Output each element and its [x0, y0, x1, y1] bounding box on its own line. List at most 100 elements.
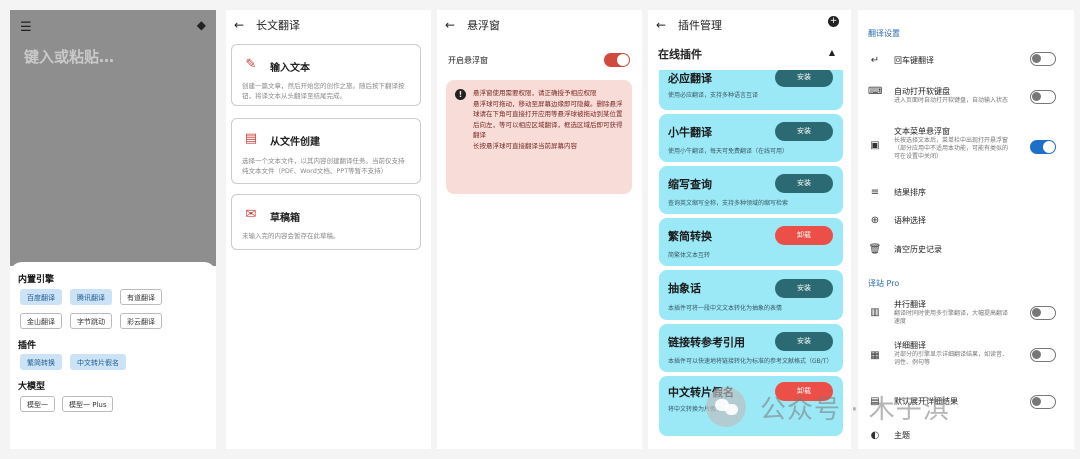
top-bar: ← 悬浮窗 [445, 17, 500, 33]
plugin-name: 抽象话 [668, 282, 701, 295]
float-toggle[interactable] [604, 53, 630, 67]
clipboard-icon: ▣ [870, 140, 880, 151]
warning-line: 悬浮窗使用需要权限，请正确授予相应权限 [473, 89, 597, 97]
install-button[interactable]: 安装 [775, 68, 833, 87]
uninstall-button[interactable]: 卸载 [775, 226, 833, 245]
warning-text: 悬浮窗使用需要权限，请正确授予相应权限 悬浮球可拖动，移动至屏幕边缘即可隐藏。删… [473, 88, 623, 151]
detail-icon: ▦ [870, 350, 880, 361]
setting-clear-history[interactable]: 🗑 清空历史记录 [868, 244, 1064, 258]
detailed-translate-toggle[interactable] [1030, 348, 1056, 362]
setting-title: 结果排序 [894, 188, 926, 197]
plugin-name: 缩写查询 [668, 178, 712, 191]
permission-warning: ! 悬浮窗使用需要权限，请正确授予相应权限 悬浮球可拖动，移动至屏幕边缘即可隐藏… [446, 80, 632, 194]
input-placeholder: 键入或粘贴… [24, 48, 115, 66]
install-button[interactable]: 安装 [775, 122, 833, 141]
setting-result-sort[interactable]: ≡ 结果排序 [868, 187, 1064, 201]
trash-icon: 🗑 [868, 244, 882, 255]
engine-chip[interactable]: 字节跳动 [70, 313, 112, 329]
setting-language-select[interactable]: ⊕ 语种选择 [868, 215, 1064, 229]
setting-title: 回车键翻译 [894, 56, 934, 65]
text-menu-float-toggle[interactable] [1030, 140, 1056, 154]
parallel-translate-toggle[interactable] [1030, 306, 1056, 320]
section-builtin-title: 内置引擎 [18, 275, 55, 285]
collapse-caret-icon[interactable]: ▲ [829, 48, 835, 57]
watermark-text: 公众号 · 木子淇 [760, 394, 950, 425]
llm-chip[interactable]: 模型一 [20, 396, 55, 412]
card-desc: 未输入完的内容会暂存在此草稿。 [242, 232, 340, 240]
section-llm-title: 大模型 [18, 382, 46, 392]
float-toggle-label: 开启悬浮窗 [448, 56, 488, 65]
engine-chip[interactable]: 腾讯翻译 [70, 289, 112, 305]
setting-title: 并行翻译 [894, 300, 926, 309]
plugin-card: 必应翻译 使用必应翻译，支持多种语言互译 安装 [659, 64, 843, 110]
from-file-card[interactable]: ▤ 从文件创建 选择一个文本文件，以其内容创建翻译任务。当前仅支持纯文本文件（P… [231, 118, 421, 184]
keyboard-icon: ⌨ [868, 86, 883, 97]
section-translate-settings: 翻译设置 [868, 29, 900, 38]
setting-theme[interactable]: ◐ 主题 [868, 430, 1064, 444]
section-plugin-title: 插件 [18, 341, 37, 351]
setting-desc: 翻译时同时使用多引擎翻译，大幅提高翻译速度 [894, 310, 1009, 325]
warning-line: 悬浮球可拖动，移动至屏幕边缘即可隐藏。删除悬浮球请在下角可直接打开应用等悬浮球被… [473, 99, 623, 140]
translate-screen: ☰ ◆ 键入或粘贴… 内置引擎 百度翻译 腾讯翻译 有道翻译 金山翻译 字节跳动… [10, 10, 216, 449]
cube-icon[interactable]: ◆ [197, 18, 206, 32]
plugin-card: 抽象话 本插件可将一段中文文本转化为抽象的表情 安装 [659, 270, 843, 320]
engine-chip[interactable]: 百度翻译 [20, 289, 62, 305]
install-button[interactable]: 安装 [775, 332, 833, 351]
back-arrow-icon[interactable]: ← [656, 18, 678, 32]
enter-translate-toggle[interactable] [1030, 52, 1056, 66]
engine-chip[interactable]: 有道翻译 [120, 289, 162, 305]
top-bar: ← 插件管理 [656, 17, 722, 33]
sort-icon: ≡ [870, 187, 880, 198]
card-title: 草稿箱 [270, 213, 300, 224]
setting-title: 语种选择 [894, 216, 926, 225]
section-pro: 译站 Pro [868, 279, 900, 288]
install-button[interactable]: 安装 [775, 174, 833, 193]
warning-line: 长按悬浮球可直接翻译当前屏幕内容 [473, 141, 577, 150]
setting-title: 主题 [894, 431, 910, 440]
wechat-watermark: 公众号 · 木子淇 [706, 384, 1046, 430]
plugin-card: 小牛翻译 使用小牛翻译，每天可免费翻译（在线可用） 安装 [659, 114, 843, 162]
auto-keyboard-toggle[interactable] [1030, 90, 1056, 104]
engine-sheet: 内置引擎 百度翻译 腾讯翻译 有道翻译 金山翻译 字节跳动 彩云翻译 插件 繁简… [10, 262, 216, 449]
plugin-name: 繁简转换 [668, 230, 712, 243]
plugin-name: 链接转参考引用 [668, 336, 745, 349]
long-text-screen: ← 长文翻译 ✎ 输入文本 创建一篇文章，然后开始您的创作之旅。随后按下翻译按钮，… [226, 10, 431, 449]
engine-chip[interactable]: 彩云翻译 [120, 313, 162, 329]
setting-desc: 进入页面时自动打开软键盘，自动输入状态 [894, 97, 1009, 104]
menu-icon[interactable]: ☰ [20, 20, 32, 35]
palette-icon: ◐ [870, 430, 880, 441]
engine-chip[interactable]: 金山翻译 [20, 313, 62, 329]
float-window-screen: ← 悬浮窗 开启悬浮窗 ! 悬浮窗使用需要权限，请正确授予相应权限 悬浮球可拖动，… [437, 10, 642, 449]
file-plus-icon: ▤ [244, 130, 258, 146]
setting-title: 文本菜单悬浮窗 [894, 127, 950, 136]
plugin-card: 缩写查询 查询英文缩写全称，支持多种领域的缩写检索 安装 [659, 166, 843, 214]
plugin-desc: 本插件可以快速地将链接转化为标准的参考文献格式（GB/T） [668, 358, 833, 365]
enter-icon: ↵ [870, 55, 880, 66]
setting-title: 自动打开软键盘 [894, 87, 950, 96]
card-title: 输入文本 [270, 63, 310, 74]
setting-desc: 长按选择文本后，菜单栏中出现打开悬浮窗（部分应用中不适用本功能，可能有类似的可在… [894, 137, 1009, 160]
plugin-desc: 查询英文缩写全称，支持多种领域的缩写检索 [668, 200, 789, 207]
mail-icon: ✉ [245, 206, 257, 222]
plugin-desc: 使用必应翻译，支持多种语言互译 [668, 92, 759, 99]
globe-icon: ⊕ [870, 215, 880, 226]
page-title: 插件管理 [678, 19, 722, 32]
plugin-name: 小牛翻译 [668, 126, 712, 139]
info-icon: ! [455, 89, 466, 100]
back-arrow-icon[interactable]: ← [234, 18, 256, 32]
card-desc: 创建一篇文章，然后开始您的创作之旅。随后按下翻译按钮，将译文本从头翻译至结尾完成… [242, 82, 405, 100]
add-plugin-icon[interactable]: + [828, 16, 839, 27]
page-title: 长文翻译 [256, 19, 300, 32]
setting-desc: 对部分的引擎显示详细翻译结果，如读音、词性、例句等 [894, 351, 1009, 366]
back-arrow-icon[interactable]: ← [445, 18, 467, 32]
card-title: 从文件创建 [270, 137, 320, 148]
plugin-chip[interactable]: 中文转片假名 [70, 354, 126, 370]
plugin-desc: 本插件可将一段中文文本转化为抽象的表情 [668, 305, 783, 312]
input-text-card[interactable]: ✎ 输入文本 创建一篇文章，然后开始您的创作之旅。随后按下翻译按钮，将译文本从头… [231, 44, 421, 106]
drafts-card[interactable]: ✉ 草稿箱 未输入完的内容会暂存在此草稿。 [231, 194, 421, 250]
setting-title: 清空历史记录 [894, 245, 942, 254]
install-button[interactable]: 安装 [775, 279, 833, 298]
plugin-chip[interactable]: 繁简转换 [20, 354, 62, 370]
online-plugins-heading: 在线插件 [658, 48, 702, 61]
llm-chip[interactable]: 模型一 Plus [62, 396, 114, 412]
